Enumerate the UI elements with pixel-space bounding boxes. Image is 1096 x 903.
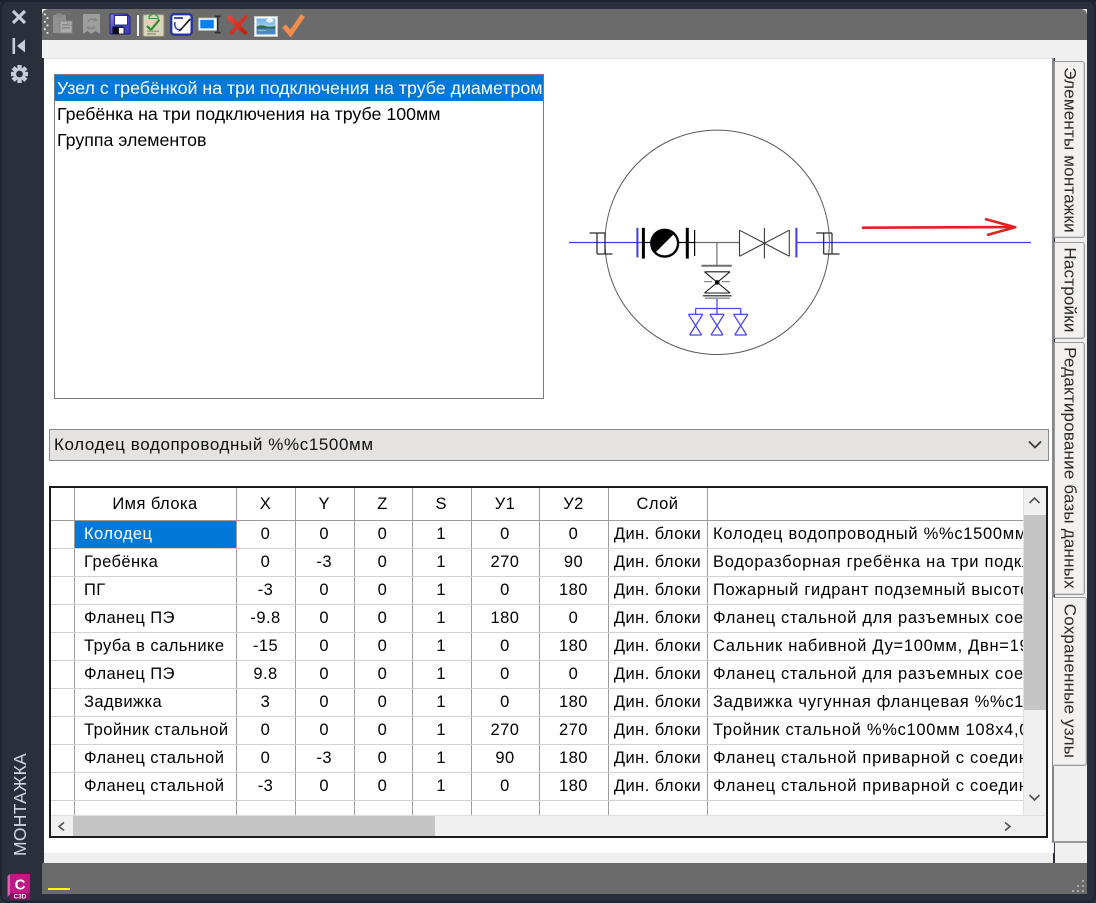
svg-text:C3D: C3D [14, 894, 27, 900]
svg-text:C: C [15, 877, 26, 894]
